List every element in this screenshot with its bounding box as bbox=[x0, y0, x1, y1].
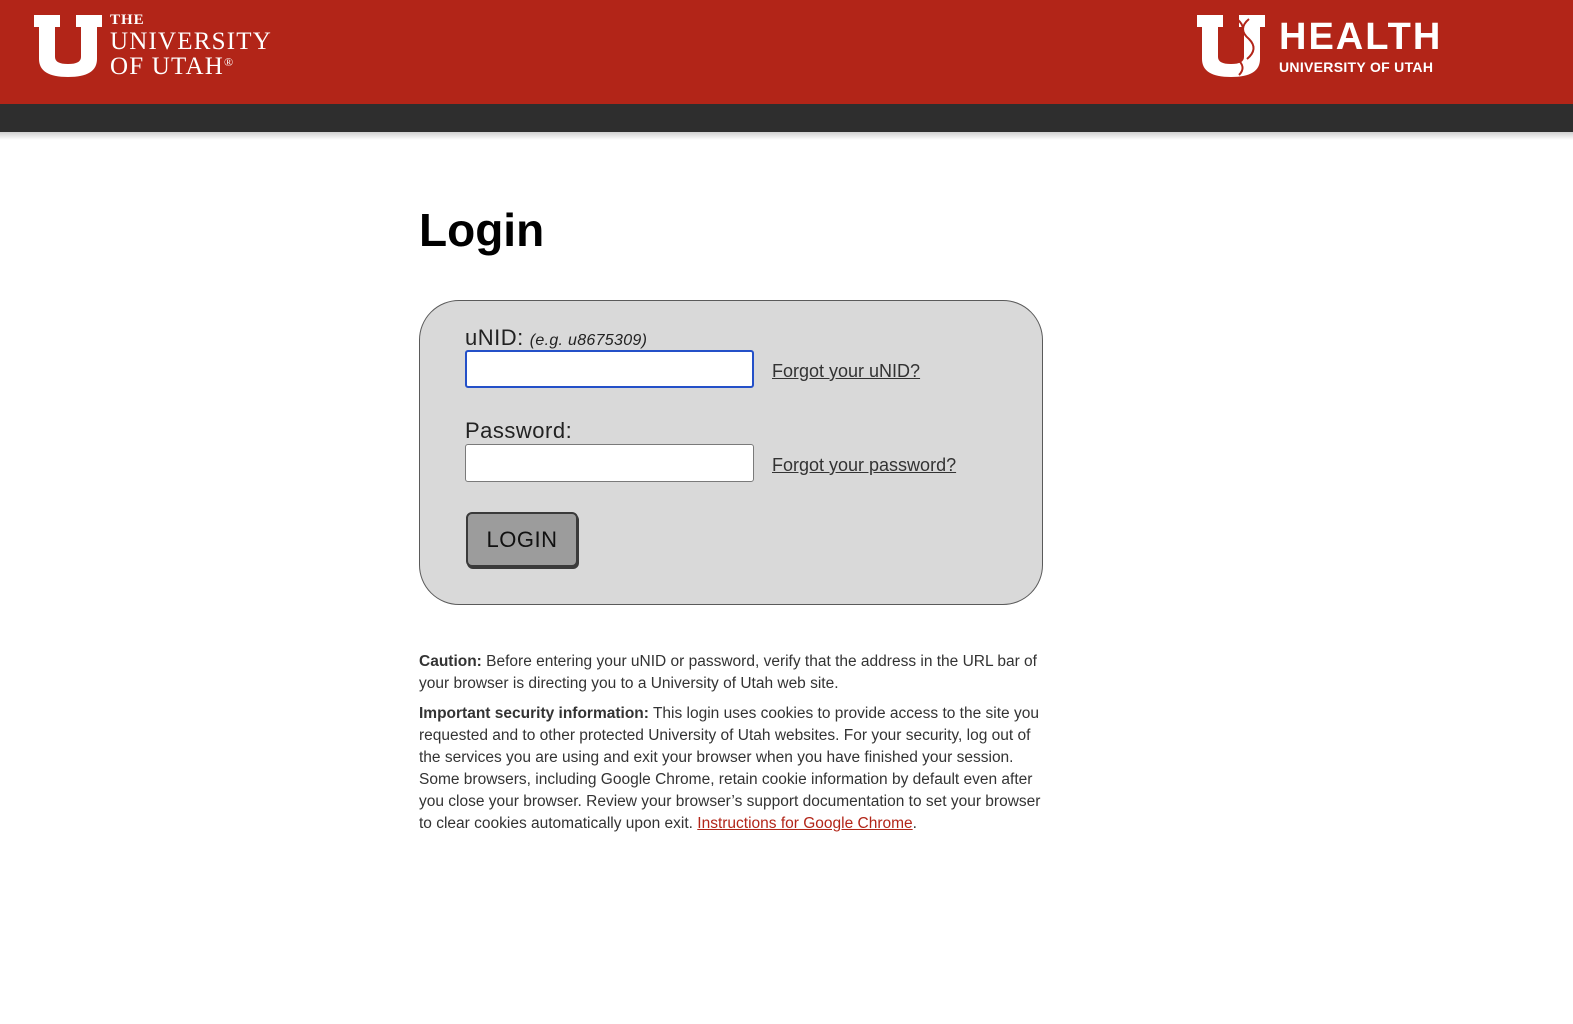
unid-hint: (e.g. u8675309) bbox=[529, 332, 648, 349]
forgot-unid-link[interactable]: Forgot your uNID? bbox=[772, 361, 920, 382]
health-wordmark: HEALTH UNIVERSITY OF UTAH bbox=[1279, 18, 1442, 74]
nav-bar bbox=[0, 104, 1573, 132]
chrome-instructions-link[interactable]: Instructions for Google Chrome bbox=[697, 815, 912, 832]
page-title: Login bbox=[419, 204, 545, 256]
block-u-dna-icon bbox=[1197, 15, 1265, 77]
password-label: Password: bbox=[465, 418, 573, 443]
nav-bar-shadow bbox=[0, 132, 1573, 140]
security-notice: Important security information: This log… bbox=[419, 703, 1049, 835]
caution-label: Caution: bbox=[419, 653, 482, 670]
trailing-period: . bbox=[912, 815, 917, 832]
password-input[interactable] bbox=[465, 444, 754, 482]
forgot-password-link[interactable]: Forgot your password? bbox=[772, 455, 956, 476]
caution-text: Before entering your uNID or password, v… bbox=[419, 653, 1037, 692]
health-title: HEALTH bbox=[1279, 16, 1443, 58]
registered-mark: ® bbox=[224, 55, 235, 69]
university-wordmark: THE UNIVERSITY OF UTAH® bbox=[110, 12, 272, 80]
login-form: uNID: (e.g. u8675309) Forgot your uNID? P… bbox=[419, 300, 1043, 605]
caution-notice: Caution: Before entering your uNID or pa… bbox=[419, 651, 1049, 695]
university-of-utah-health-logo[interactable]: HEALTH UNIVERSITY OF UTAH bbox=[1197, 14, 1442, 78]
unid-input[interactable] bbox=[465, 350, 754, 388]
login-button[interactable]: LOGIN bbox=[466, 512, 578, 567]
wordmark-of-utah: OF UTAH® bbox=[110, 54, 272, 79]
health-subtitle: UNIVERSITY OF UTAH bbox=[1279, 59, 1434, 75]
wordmark-university: UNIVERSITY bbox=[110, 28, 272, 55]
university-of-utah-logo[interactable]: THE UNIVERSITY OF UTAH® bbox=[34, 12, 272, 80]
unid-label-text: uNID: bbox=[465, 325, 524, 350]
block-u-icon bbox=[34, 15, 102, 77]
wordmark-the: THE bbox=[110, 12, 145, 28]
wordmark-of-utah-text: OF UTAH bbox=[110, 53, 225, 80]
security-text: This login uses cookies to provide acces… bbox=[419, 705, 1041, 832]
security-label: Important security information: bbox=[419, 705, 649, 722]
site-header: THE UNIVERSITY OF UTAH® HEALTH UNIVERSIT… bbox=[0, 0, 1573, 104]
unid-label: uNID: (e.g. u8675309) bbox=[465, 325, 647, 351]
